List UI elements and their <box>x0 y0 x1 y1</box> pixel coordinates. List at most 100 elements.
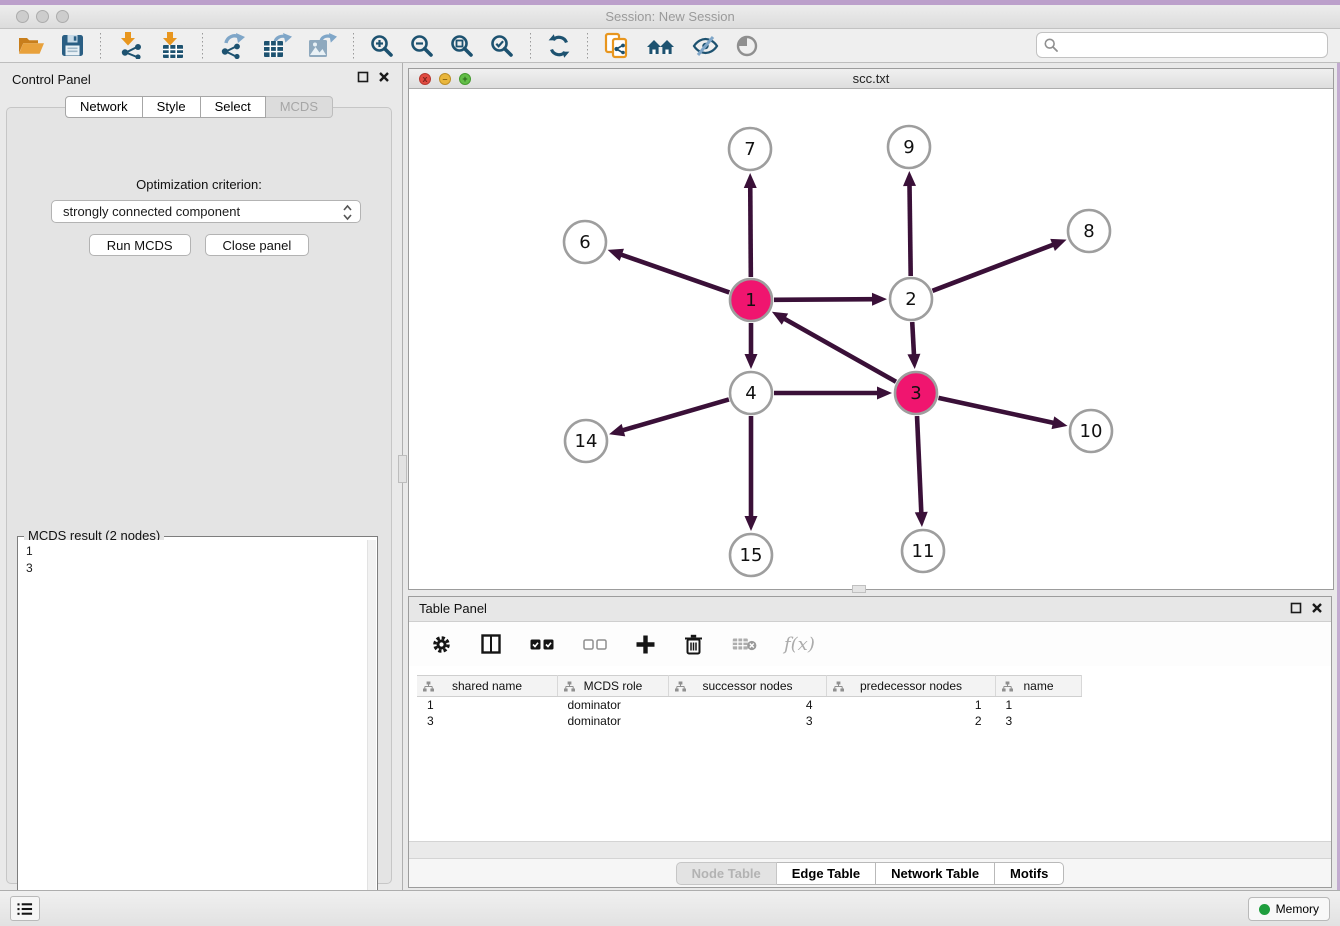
table-cell[interactable]: 1 <box>417 697 558 714</box>
tab-node-table[interactable]: Node Table <box>676 862 777 885</box>
create-column-button[interactable] <box>634 633 657 656</box>
toggle-style-button[interactable] <box>690 32 721 60</box>
tab-motifs[interactable]: Motifs <box>995 862 1064 885</box>
export-table-button[interactable] <box>261 30 294 61</box>
graph-edge-1-2[interactable] <box>774 293 887 306</box>
tab-network[interactable]: Network <box>65 96 143 118</box>
float-panel-icon[interactable] <box>357 71 369 83</box>
graph-edge-1-6[interactable] <box>608 249 730 293</box>
column-header-successor-nodes[interactable]: successor nodes <box>669 676 827 697</box>
import-table-button[interactable] <box>158 30 188 61</box>
graph-edge-4-15[interactable] <box>745 416 758 531</box>
table-cell[interactable]: 4 <box>669 697 827 714</box>
mcds-result-item[interactable]: 1 <box>26 543 368 560</box>
scrollbar[interactable] <box>367 540 376 919</box>
mcds-result-list[interactable]: 13 <box>19 540 368 919</box>
tab-edge-table[interactable]: Edge Table <box>777 862 876 885</box>
mcds-result-item[interactable]: 3 <box>26 560 368 577</box>
open-file-button[interactable] <box>16 32 47 59</box>
toolbar-separator <box>100 33 101 59</box>
save-session-button[interactable] <box>59 32 86 59</box>
run-mcds-button[interactable]: Run MCDS <box>89 234 191 256</box>
search-input[interactable] <box>1063 37 1327 54</box>
criterion-select[interactable]: strongly connected component <box>51 200 361 223</box>
zoom-fit-button[interactable] <box>448 32 476 60</box>
refresh-view-button[interactable] <box>545 32 573 60</box>
graph-edge-3-10[interactable] <box>938 398 1067 429</box>
zoom-selected-button[interactable] <box>488 32 516 60</box>
graph-node-14[interactable]: 14 <box>565 420 607 462</box>
memory-button[interactable]: Memory <box>1248 897 1330 921</box>
criterion-value: strongly connected component <box>63 204 240 219</box>
graph-node-3[interactable]: 3 <box>895 372 937 414</box>
graph-node-11[interactable]: 11 <box>902 530 944 572</box>
tab-network-table[interactable]: Network Table <box>876 862 995 885</box>
select-all-icon <box>530 639 554 650</box>
tab-select[interactable]: Select <box>201 96 266 118</box>
deselect-all-button[interactable] <box>581 637 609 652</box>
graph-edge-1-7[interactable] <box>744 173 757 277</box>
task-history-button[interactable] <box>10 896 40 921</box>
show-columns-button[interactable] <box>479 632 503 656</box>
column-header-predecessor-nodes[interactable]: predecessor nodes <box>827 676 996 697</box>
table-options-button[interactable] <box>429 632 454 657</box>
select-all-button[interactable] <box>528 637 556 652</box>
table-cell[interactable]: 1 <box>827 697 996 714</box>
delete-table-button[interactable] <box>730 635 759 653</box>
tab-mcds[interactable]: MCDS <box>266 96 333 118</box>
close-panel-icon[interactable] <box>1311 602 1323 614</box>
zoom-out-button[interactable] <box>408 32 436 60</box>
graph-node-8[interactable]: 8 <box>1068 210 1110 252</box>
graph-edge-2-8[interactable] <box>932 239 1066 291</box>
table-cell[interactable]: 3 <box>417 713 558 729</box>
import-network-button[interactable] <box>115 30 146 61</box>
function-builder-icon[interactable]: f(x) <box>784 634 815 655</box>
delete-column-button[interactable] <box>682 632 705 657</box>
table-row[interactable]: 1dominator411 <box>417 697 1082 714</box>
column-header-shared-name[interactable]: shared name <box>417 676 558 697</box>
home-button[interactable] <box>644 32 678 60</box>
zoom-in-button[interactable] <box>368 32 396 60</box>
network-window-titlebar[interactable]: x – + scc.txt <box>409 69 1333 89</box>
search-field[interactable] <box>1036 32 1328 58</box>
table-cell[interactable]: 1 <box>996 697 1082 714</box>
table-row[interactable]: 3dominator323 <box>417 713 1082 729</box>
graph-edge-2-3[interactable] <box>907 322 920 369</box>
table-cell[interactable]: 3 <box>669 713 827 729</box>
network-canvas[interactable]: 7 9 6 8 1 2 4 3 14 10 15 11 <box>409 89 1333 589</box>
graph-node-2[interactable]: 2 <box>890 278 932 320</box>
table-cell[interactable]: dominator <box>558 697 669 714</box>
graph-node-4[interactable]: 4 <box>730 372 772 414</box>
graph-node-label: 10 <box>1080 421 1103 442</box>
graph-node-1[interactable]: 1 <box>730 279 772 321</box>
column-header-name[interactable]: name <box>996 676 1082 697</box>
clone-network-button[interactable] <box>602 30 632 62</box>
close-panel-button[interactable]: Close panel <box>205 234 310 256</box>
graph-node-10[interactable]: 10 <box>1070 410 1112 452</box>
column-header-MCDS-role[interactable]: MCDS role <box>558 676 669 697</box>
graph-edge-3-11[interactable] <box>915 416 928 527</box>
tab-style[interactable]: Style <box>143 96 201 118</box>
toggle-visibility-button[interactable] <box>733 32 761 60</box>
export-network-button[interactable] <box>217 30 249 61</box>
float-panel-icon[interactable] <box>1290 602 1302 614</box>
graph-edge-4-3[interactable] <box>774 387 892 400</box>
window-resize-handle[interactable] <box>852 585 866 593</box>
graph-edge-2-9[interactable] <box>903 171 916 276</box>
table-cell[interactable]: 3 <box>996 713 1082 729</box>
graph-edge-3-1[interactable] <box>772 312 896 382</box>
table-cell[interactable]: 2 <box>827 713 996 729</box>
graph-node-6[interactable]: 6 <box>564 221 606 263</box>
hierarchy-icon <box>833 681 844 692</box>
graph-node-9[interactable]: 9 <box>888 126 930 168</box>
export-image-button[interactable] <box>306 30 339 61</box>
control-panel-title: Control Panel <box>12 72 91 87</box>
graph-node-15[interactable]: 15 <box>730 534 772 576</box>
graph-node-7[interactable]: 7 <box>729 128 771 170</box>
control-panel-header: Control Panel <box>0 63 398 93</box>
graph-edge-1-4[interactable] <box>745 323 758 369</box>
table-cell[interactable]: dominator <box>558 713 669 729</box>
close-panel-icon[interactable] <box>378 71 390 83</box>
graph-edge-4-14[interactable] <box>609 399 729 436</box>
panel-divider-handle[interactable] <box>398 455 407 483</box>
